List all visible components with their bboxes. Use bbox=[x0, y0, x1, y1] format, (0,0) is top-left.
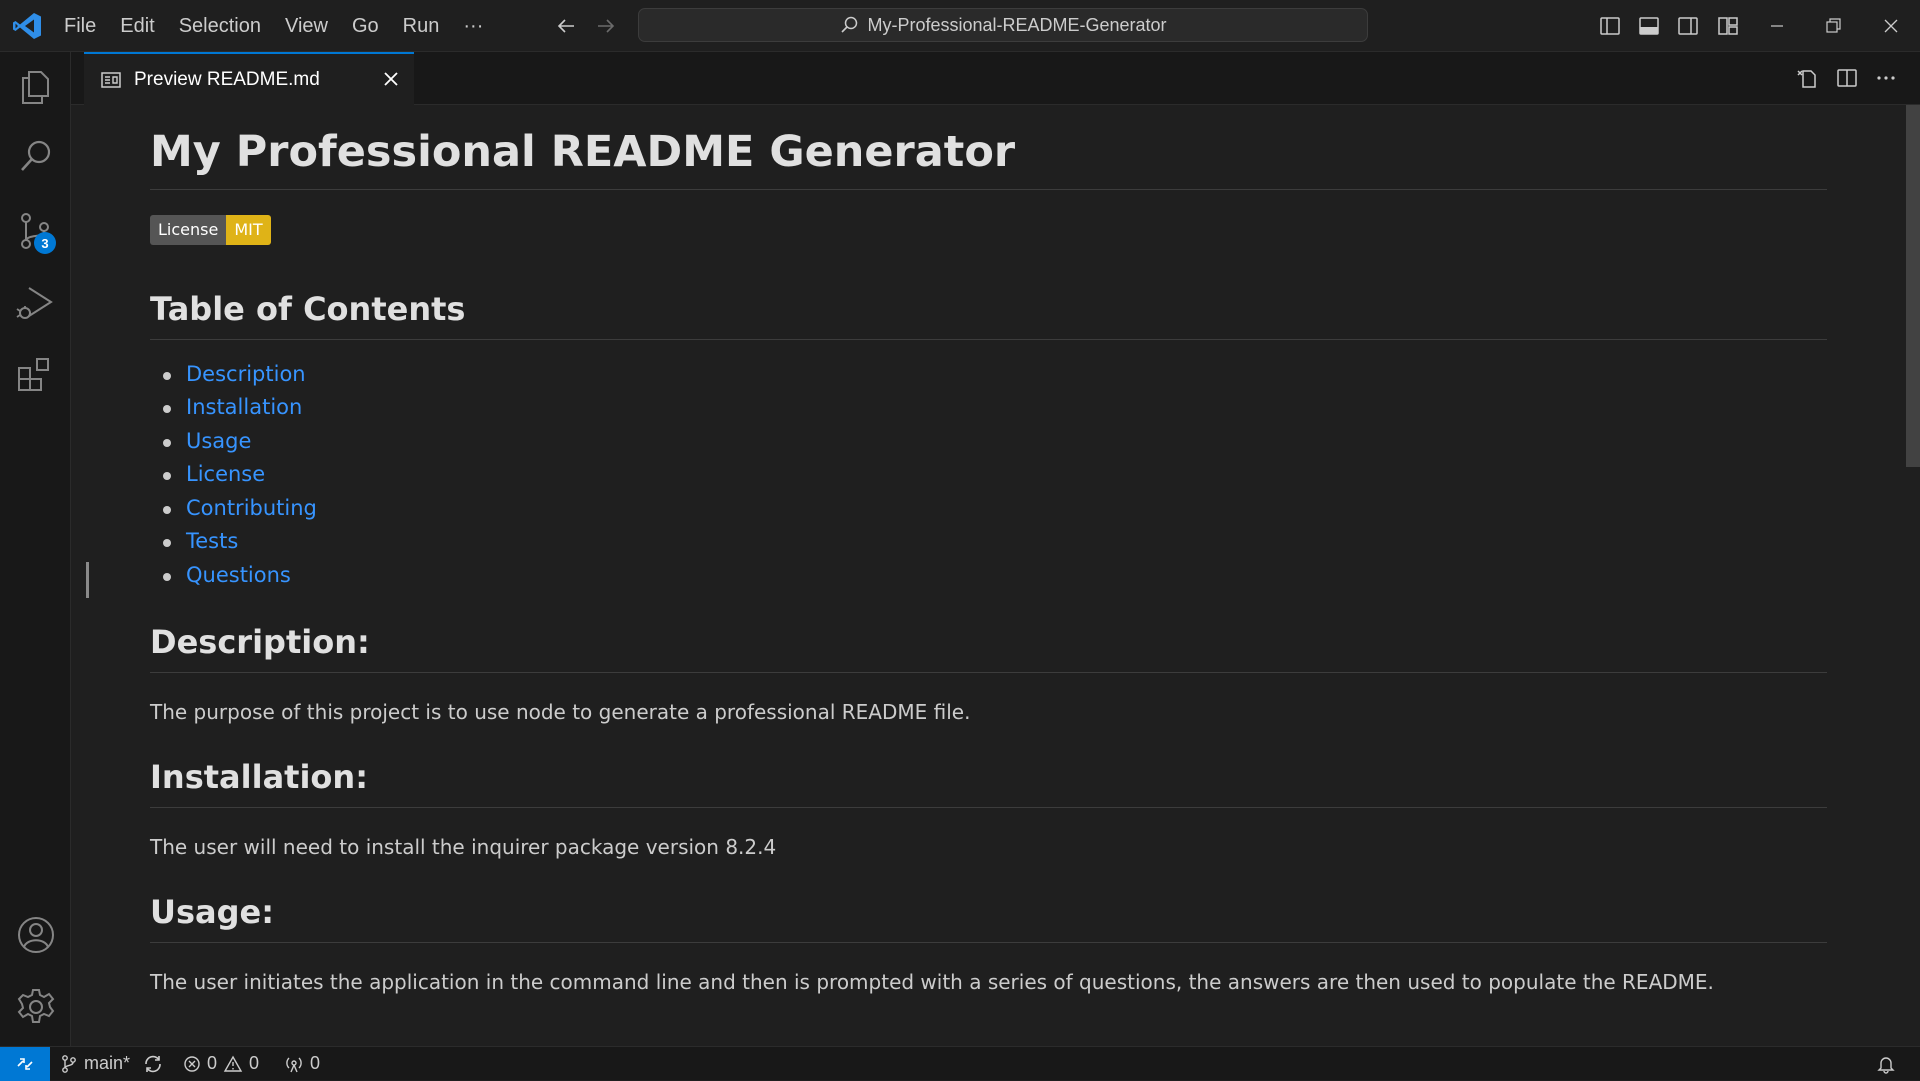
list-item: Tests bbox=[163, 525, 1827, 559]
account-icon[interactable] bbox=[15, 914, 57, 956]
toc-heading: Table of Contents bbox=[150, 289, 1827, 340]
warning-icon bbox=[223, 1055, 243, 1072]
restore-icon[interactable] bbox=[1821, 14, 1845, 38]
toc-link-license[interactable]: License bbox=[186, 462, 265, 486]
list-item: Usage bbox=[163, 425, 1827, 459]
description-heading: Description: bbox=[150, 622, 1827, 674]
problems-status[interactable]: 0 0 bbox=[183, 1047, 259, 1080]
branch-name: main* bbox=[84, 1053, 131, 1073]
usage-heading: Usage: bbox=[150, 892, 1827, 944]
customize-layout-icon[interactable] bbox=[1716, 14, 1740, 38]
broadcast-icon bbox=[286, 1057, 302, 1072]
toc-link-questions[interactable]: Questions bbox=[186, 563, 291, 587]
explorer-icon[interactable] bbox=[15, 66, 57, 108]
search-icon[interactable] bbox=[15, 136, 57, 178]
markdown-preview: My Professional README Generator License… bbox=[71, 105, 1920, 1046]
more-actions-icon[interactable] bbox=[1874, 66, 1898, 90]
close-window-icon[interactable] bbox=[1879, 14, 1903, 38]
tab-preview-readme[interactable]: Preview README.md bbox=[84, 52, 414, 105]
menu-file[interactable]: File bbox=[52, 0, 108, 52]
menu-edit[interactable]: Edit bbox=[108, 0, 166, 52]
back-arrow-icon[interactable] bbox=[554, 14, 578, 38]
title-bar: File Edit Selection View Go Run ··· My-P… bbox=[0, 0, 1920, 52]
vscode-logo-icon bbox=[13, 13, 41, 39]
toc-link-tests[interactable]: Tests bbox=[186, 529, 238, 553]
toc-link-description[interactable]: Description bbox=[186, 362, 306, 386]
list-item: Installation bbox=[163, 391, 1827, 425]
source-control-badge: 3 bbox=[34, 232, 56, 254]
description-text: The purpose of this project is to use no… bbox=[150, 700, 971, 725]
error-icon bbox=[184, 1055, 200, 1072]
toc-link-installation[interactable]: Installation bbox=[186, 395, 302, 419]
menu-view[interactable]: View bbox=[273, 0, 340, 52]
menu-more[interactable]: ··· bbox=[451, 0, 495, 52]
toc-list: Description Installation Usage License C… bbox=[150, 358, 1827, 593]
toggle-primary-sidebar-icon[interactable] bbox=[1598, 14, 1622, 38]
list-item: Questions bbox=[163, 559, 1827, 593]
error-count: 0 bbox=[207, 1053, 218, 1073]
run-debug-icon[interactable] bbox=[15, 282, 57, 324]
settings-gear-icon[interactable] bbox=[15, 986, 57, 1028]
ports-status[interactable]: 0 bbox=[284, 1047, 320, 1080]
menu-go[interactable]: Go bbox=[340, 0, 391, 52]
menu-selection[interactable]: Selection bbox=[167, 0, 273, 52]
close-icon[interactable] bbox=[380, 68, 402, 90]
split-editor-icon[interactable] bbox=[1835, 66, 1859, 90]
markdown-preview-icon bbox=[101, 71, 121, 88]
license-badge[interactable]: License MIT bbox=[150, 214, 271, 245]
installation-heading: Installation: bbox=[150, 757, 1827, 809]
license-badge-label: License bbox=[150, 214, 227, 245]
license-badge-value: MIT bbox=[226, 214, 271, 245]
command-center-search[interactable]: My-Professional-README-Generator bbox=[638, 8, 1368, 42]
remote-icon bbox=[17, 1058, 33, 1070]
toggle-secondary-sidebar-icon[interactable] bbox=[1676, 14, 1700, 38]
open-source-icon[interactable] bbox=[1795, 66, 1819, 90]
toggle-panel-icon[interactable] bbox=[1637, 14, 1661, 38]
sync-icon[interactable] bbox=[142, 1053, 164, 1075]
forward-arrow-icon[interactable] bbox=[594, 14, 618, 38]
readme-title: My Professional README Generator bbox=[150, 127, 1827, 190]
tab-label: Preview README.md bbox=[134, 68, 320, 90]
list-item: Description bbox=[163, 358, 1827, 392]
minimize-icon[interactable] bbox=[1765, 14, 1789, 38]
list-item: Contributing bbox=[163, 492, 1827, 526]
extensions-icon[interactable] bbox=[15, 354, 57, 396]
git-branch-icon bbox=[62, 1054, 76, 1073]
installation-text: The user will need to install the inquir… bbox=[150, 835, 777, 860]
toc-link-usage[interactable]: Usage bbox=[186, 429, 251, 453]
search-box-label: My-Professional-README-Generator bbox=[867, 14, 1167, 35]
readme-content: My Professional README Generator License… bbox=[150, 105, 1827, 997]
scroll-sync-marker bbox=[86, 562, 89, 598]
search-icon bbox=[841, 16, 858, 33]
list-item: License bbox=[163, 458, 1827, 492]
usage-text: The user initiates the application in th… bbox=[150, 970, 1714, 995]
bell-icon[interactable] bbox=[1876, 1054, 1896, 1074]
branch-status[interactable]: main* bbox=[60, 1047, 130, 1080]
menu-bar: File Edit Selection View Go Run ··· bbox=[52, 0, 495, 52]
toc-link-contributing[interactable]: Contributing bbox=[186, 496, 317, 520]
remote-indicator[interactable] bbox=[0, 1047, 50, 1081]
activity-bar: 3 bbox=[0, 52, 71, 1046]
menu-run[interactable]: Run bbox=[391, 0, 452, 52]
scrollbar[interactable] bbox=[1906, 105, 1920, 467]
ports-count: 0 bbox=[310, 1053, 321, 1073]
warning-count: 0 bbox=[249, 1053, 260, 1073]
editor-tab-bar: Preview README.md bbox=[71, 52, 1920, 105]
status-bar: main* 0 0 0 bbox=[0, 1046, 1920, 1081]
